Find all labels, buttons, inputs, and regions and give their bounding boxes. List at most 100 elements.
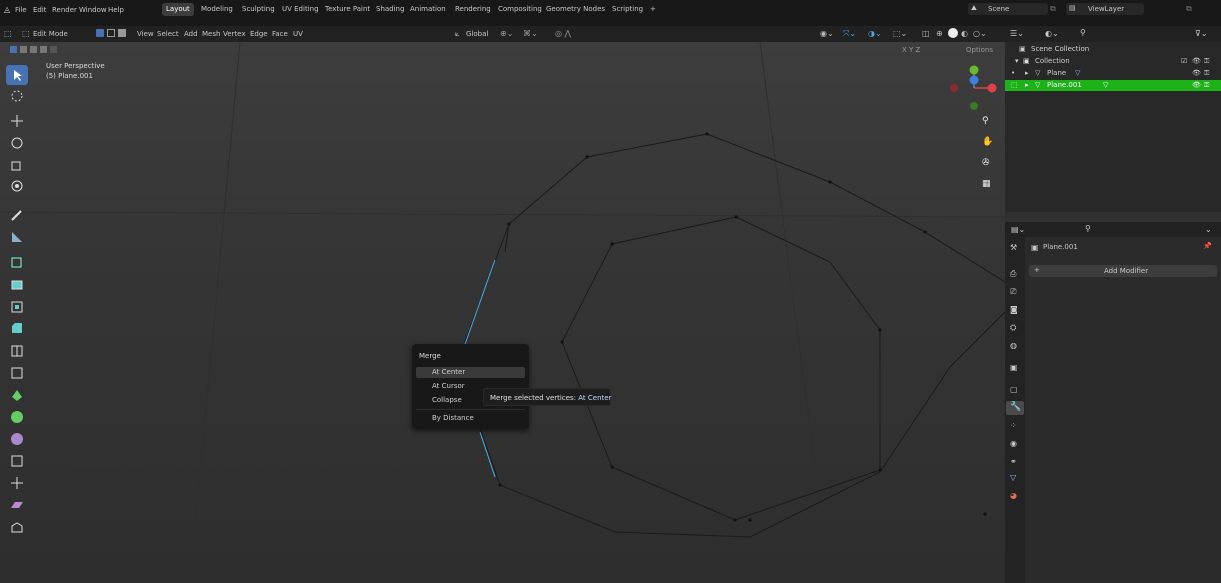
world-tab-icon[interactable]: ◍	[1010, 341, 1017, 350]
collection-tab-icon[interactable]: ▣	[1010, 363, 1018, 372]
transform-orientation-dropdown[interactable]: Global	[466, 30, 488, 38]
menu-edge[interactable]: Edge	[250, 30, 268, 38]
add-modifier-button[interactable]: + Add Modifier	[1029, 265, 1217, 277]
outliner-editor-icon[interactable]: ☰⌄	[1010, 29, 1024, 38]
material-shading-icon[interactable]: ◐	[961, 29, 968, 38]
particles-tab-icon[interactable]: ⁘	[1010, 421, 1017, 430]
outliner-row-collection[interactable]: ▾ ▣ Collection ☑ 👁 ⚿	[1005, 56, 1221, 67]
cursor-tool[interactable]	[6, 86, 28, 106]
xray-icon[interactable]: ◫	[922, 29, 930, 38]
menu-uv[interactable]: UV	[293, 30, 303, 38]
bevel-tool[interactable]	[6, 318, 28, 338]
material-tab-icon[interactable]: ◕	[1010, 491, 1017, 500]
properties-options-icon[interactable]: ⌄	[1205, 225, 1212, 234]
tab-rendering[interactable]: Rendering	[451, 3, 495, 16]
new-scene-icon[interactable]: ⧉	[1050, 4, 1056, 14]
zoom-icon[interactable]: ⚲	[982, 116, 989, 126]
snap-icon[interactable]: ⌘⌄	[523, 29, 538, 38]
tab-layout[interactable]: Layout	[162, 3, 194, 16]
tab-texture-paint[interactable]: Texture Paint	[321, 3, 374, 16]
select-mode-extend-icon[interactable]	[20, 46, 27, 53]
eye-icon[interactable]: 👁	[1192, 80, 1201, 91]
eye-icon[interactable]: 👁	[1192, 56, 1201, 67]
outliner-scene-collection[interactable]: ▣ Scene Collection	[1005, 44, 1221, 55]
viewlayer-selector[interactable]: ▤ ViewLayer	[1066, 3, 1144, 15]
edge-select-icon[interactable]	[107, 29, 115, 37]
camera-icon[interactable]: ⚿	[1204, 68, 1209, 79]
3d-viewport[interactable]: User Perspective (5) Plane.001 ⚲ ✋ ✇ ▦ X…	[0, 42, 1005, 583]
options-dropdown[interactable]: Options	[966, 46, 993, 54]
checkbox-icon[interactable]: ☑	[1181, 56, 1187, 67]
object-tab-icon[interactable]: ▢	[1010, 385, 1018, 394]
outliner-search-icon[interactable]: ⚲	[1080, 28, 1086, 37]
visibility-icon[interactable]: ◉⌄	[820, 29, 834, 38]
shear-tool[interactable]	[6, 495, 28, 515]
select-mode-subtract-icon[interactable]	[30, 46, 37, 53]
menu-view[interactable]: View	[137, 30, 154, 38]
scale-tool[interactable]	[6, 155, 28, 175]
menu-help[interactable]: Help	[108, 6, 124, 14]
mode-selector[interactable]: Edit Mode	[33, 30, 68, 38]
select-mode-invert-icon[interactable]	[40, 46, 47, 53]
wrench-icon[interactable]: 🔧	[1010, 402, 1021, 412]
pin-icon[interactable]: 📌	[1203, 242, 1212, 250]
blender-logo-icon[interactable]: ◬	[4, 5, 10, 14]
proportional-edit-icon[interactable]: ◎ ⋀	[555, 29, 571, 38]
tab-shading[interactable]: Shading	[372, 3, 408, 16]
outliner-row-plane-001[interactable]: ⬚ ▸ ▽ Plane.001 ▽ 👁 ⚿	[1005, 80, 1221, 91]
edge-slide-tool[interactable]	[6, 451, 28, 471]
camera-view-icon[interactable]: ✇	[982, 158, 990, 168]
smooth-tool[interactable]	[6, 429, 28, 449]
select-box-tool[interactable]	[6, 65, 28, 85]
camera-icon[interactable]: ⚿	[1204, 80, 1209, 91]
measure-tool[interactable]	[6, 227, 28, 247]
pivot-point-icon[interactable]: ⊕⌄	[500, 29, 513, 38]
add-cube-tool[interactable]	[6, 252, 28, 272]
rotate-tool[interactable]	[6, 133, 28, 153]
scene-selector[interactable]: ⛰ Scene	[968, 3, 1048, 15]
tab-compositing[interactable]: Compositing	[494, 3, 546, 16]
rendered-shading-icon[interactable]: ○⌄	[973, 29, 987, 38]
expand-arrow-icon[interactable]: ▾	[1015, 56, 1019, 67]
properties-search-icon[interactable]: ⚲	[1085, 224, 1091, 233]
outliner-filter-display-icon[interactable]: ◐⌄	[1045, 29, 1059, 38]
mesh-data-icon[interactable]: ▽	[1103, 80, 1108, 91]
knife-tool[interactable]	[6, 363, 28, 383]
menu-face[interactable]: Face	[272, 30, 288, 38]
menu-window[interactable]: Window	[79, 6, 107, 14]
data-tab-icon[interactable]: ▽	[1010, 473, 1016, 482]
tab-animation[interactable]: Animation	[406, 3, 450, 16]
solid-shading-icon[interactable]	[948, 28, 958, 38]
tab-modeling[interactable]: Modeling	[197, 3, 237, 16]
gizmo-icon[interactable]: ⤧⌄	[843, 29, 856, 39]
select-mode-intersect-icon[interactable]	[50, 46, 57, 53]
tab-uv-editing[interactable]: UV Editing	[278, 3, 323, 16]
merge-by-distance[interactable]: By Distance	[416, 413, 525, 424]
menu-file[interactable]: File	[15, 6, 27, 14]
menu-add[interactable]: Add	[184, 30, 198, 38]
overlays-icon[interactable]: ◑⌄	[868, 29, 882, 38]
select-mode-new-icon[interactable]	[10, 46, 17, 53]
editor-type-icon[interactable]: ⬚	[4, 29, 12, 38]
tool-tab-icon[interactable]: ⚒	[1010, 243, 1017, 252]
orthographic-grid-icon[interactable]: ▦	[982, 179, 991, 189]
add-workspace-button[interactable]: +	[646, 3, 660, 16]
navigation-gizmo[interactable]	[942, 62, 1002, 117]
output-tab-icon[interactable]: ⎚	[1010, 287, 1016, 297]
view-layer-tab-icon[interactable]: ◙	[1010, 305, 1018, 314]
extrude-region-tool[interactable]	[6, 274, 28, 294]
eye-icon[interactable]: 👁	[1192, 68, 1201, 79]
outliner-row-plane[interactable]: • ▸ ▽ Plane ▽ 👁 ⚿	[1005, 68, 1221, 79]
merge-at-center[interactable]: At Center	[416, 367, 525, 378]
mesh-edit-overlays-icon[interactable]: ⬚⌄	[893, 29, 907, 38]
constraints-tab-icon[interactable]: ⚭	[1010, 457, 1017, 466]
inset-faces-tool[interactable]	[6, 296, 28, 316]
render-tab-icon[interactable]: ⎙	[1010, 269, 1016, 279]
tab-sculpting[interactable]: Sculpting	[238, 3, 279, 16]
camera-icon[interactable]: ⚿	[1204, 56, 1209, 67]
menu-vertex[interactable]: Vertex	[223, 30, 246, 38]
menu-render[interactable]: Render	[52, 6, 77, 14]
physics-tab-icon[interactable]: ◉	[1010, 439, 1017, 448]
annotate-tool[interactable]	[6, 205, 28, 225]
menu-edit[interactable]: Edit	[33, 6, 47, 14]
